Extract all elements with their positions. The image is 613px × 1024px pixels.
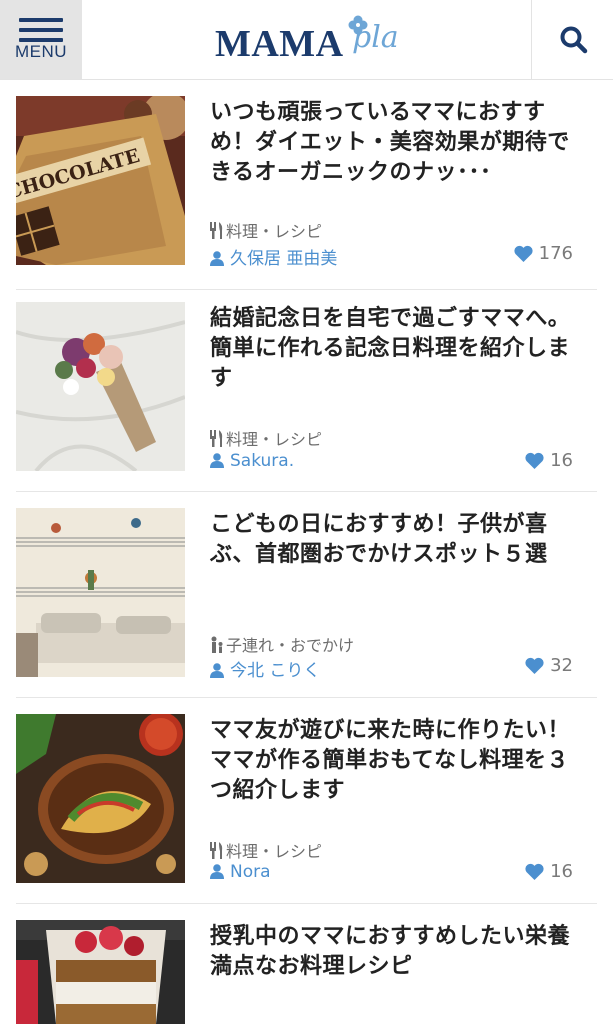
article-author[interactable]: Nora xyxy=(210,862,271,882)
article-category[interactable]: 料理・レシピ xyxy=(210,426,322,450)
menu-button[interactable]: MENU xyxy=(0,0,82,79)
fork-knife-icon xyxy=(210,430,223,447)
article-title[interactable]: 結婚記念日を自宅で過ごすママへ。簡単に作れる記念日料理を紹介します xyxy=(210,304,580,394)
search-icon xyxy=(560,26,588,54)
article-category[interactable]: 料理・レシピ xyxy=(210,218,322,242)
like-count[interactable]: 16 xyxy=(525,450,573,471)
like-count[interactable]: 176 xyxy=(514,243,573,264)
user-icon xyxy=(210,251,224,266)
article-thumbnail[interactable]: CHOCOLATE xyxy=(16,96,185,265)
parent-child-icon xyxy=(211,636,223,653)
article-title[interactable]: 授乳中のママにおすすめしたい栄養満点なお料理レシピ xyxy=(210,922,580,982)
article-author[interactable]: 今北 こりく xyxy=(210,656,320,681)
logo-main-text: MAMA xyxy=(215,23,344,65)
header: MENU MAMA pla xyxy=(0,0,613,80)
flower-bouquet-image xyxy=(16,302,185,471)
heart-icon xyxy=(525,863,544,880)
menu-label: MENU xyxy=(14,42,68,61)
article-card[interactable]: CHOCOLATE いつも頑張っているママにおすすめ！ダイエット・美容効果が期待… xyxy=(16,96,597,290)
article-card[interactable]: ママ友が遊びに来た時に作りたい！ママが作る簡単おもてなし料理を３つ紹介します 料… xyxy=(16,714,597,904)
article-title[interactable]: いつも頑張っているママにおすすめ！ダイエット・美容効果が期待できるオーガニックの… xyxy=(210,98,580,188)
like-count[interactable]: 16 xyxy=(525,861,573,882)
article-author[interactable]: Sakura. xyxy=(210,451,294,471)
like-count[interactable]: 32 xyxy=(525,655,573,676)
user-icon xyxy=(210,663,224,678)
chocolate-bag-image: CHOCOLATE xyxy=(16,96,185,265)
fork-knife-icon xyxy=(210,842,223,859)
site-logo[interactable]: MAMA pla xyxy=(215,12,415,68)
article-author[interactable]: 久保居 亜由美 xyxy=(210,244,337,269)
user-icon xyxy=(210,453,224,468)
user-icon xyxy=(210,864,224,879)
logo-sub-text: pla xyxy=(352,20,399,55)
article-thumbnail[interactable] xyxy=(16,508,185,677)
article-title[interactable]: こどもの日におすすめ！子供が喜ぶ、首都圏おでかけスポット５選 xyxy=(210,510,580,570)
article-thumbnail[interactable] xyxy=(16,714,185,883)
article-category[interactable]: 子連れ・おでかけ xyxy=(210,632,354,656)
article-category[interactable]: 料理・レシピ xyxy=(210,838,322,862)
heart-icon xyxy=(514,245,533,262)
heart-icon xyxy=(525,657,544,674)
article-card[interactable]: こどもの日におすすめ！子供が喜ぶ、首都圏おでかけスポット５選 子連れ・おでかけ … xyxy=(16,508,597,698)
article-title[interactable]: ママ友が遊びに来た時に作りたい！ママが作る簡単おもてなし料理を３つ紹介します xyxy=(210,716,580,806)
article-thumbnail[interactable] xyxy=(16,302,185,471)
search-button[interactable] xyxy=(531,0,613,79)
taco-dish-image xyxy=(16,714,185,883)
parfait-image xyxy=(16,920,185,1024)
fork-knife-icon xyxy=(210,222,223,239)
article-card[interactable]: 授乳中のママにおすすめしたい栄養満点なお料理レシピ xyxy=(16,920,597,1024)
kids-room-image xyxy=(16,508,185,677)
article-thumbnail[interactable] xyxy=(16,920,185,1024)
article-card[interactable]: 結婚記念日を自宅で過ごすママへ。簡単に作れる記念日料理を紹介します 料理・レシピ… xyxy=(16,302,597,492)
heart-icon xyxy=(525,452,544,469)
